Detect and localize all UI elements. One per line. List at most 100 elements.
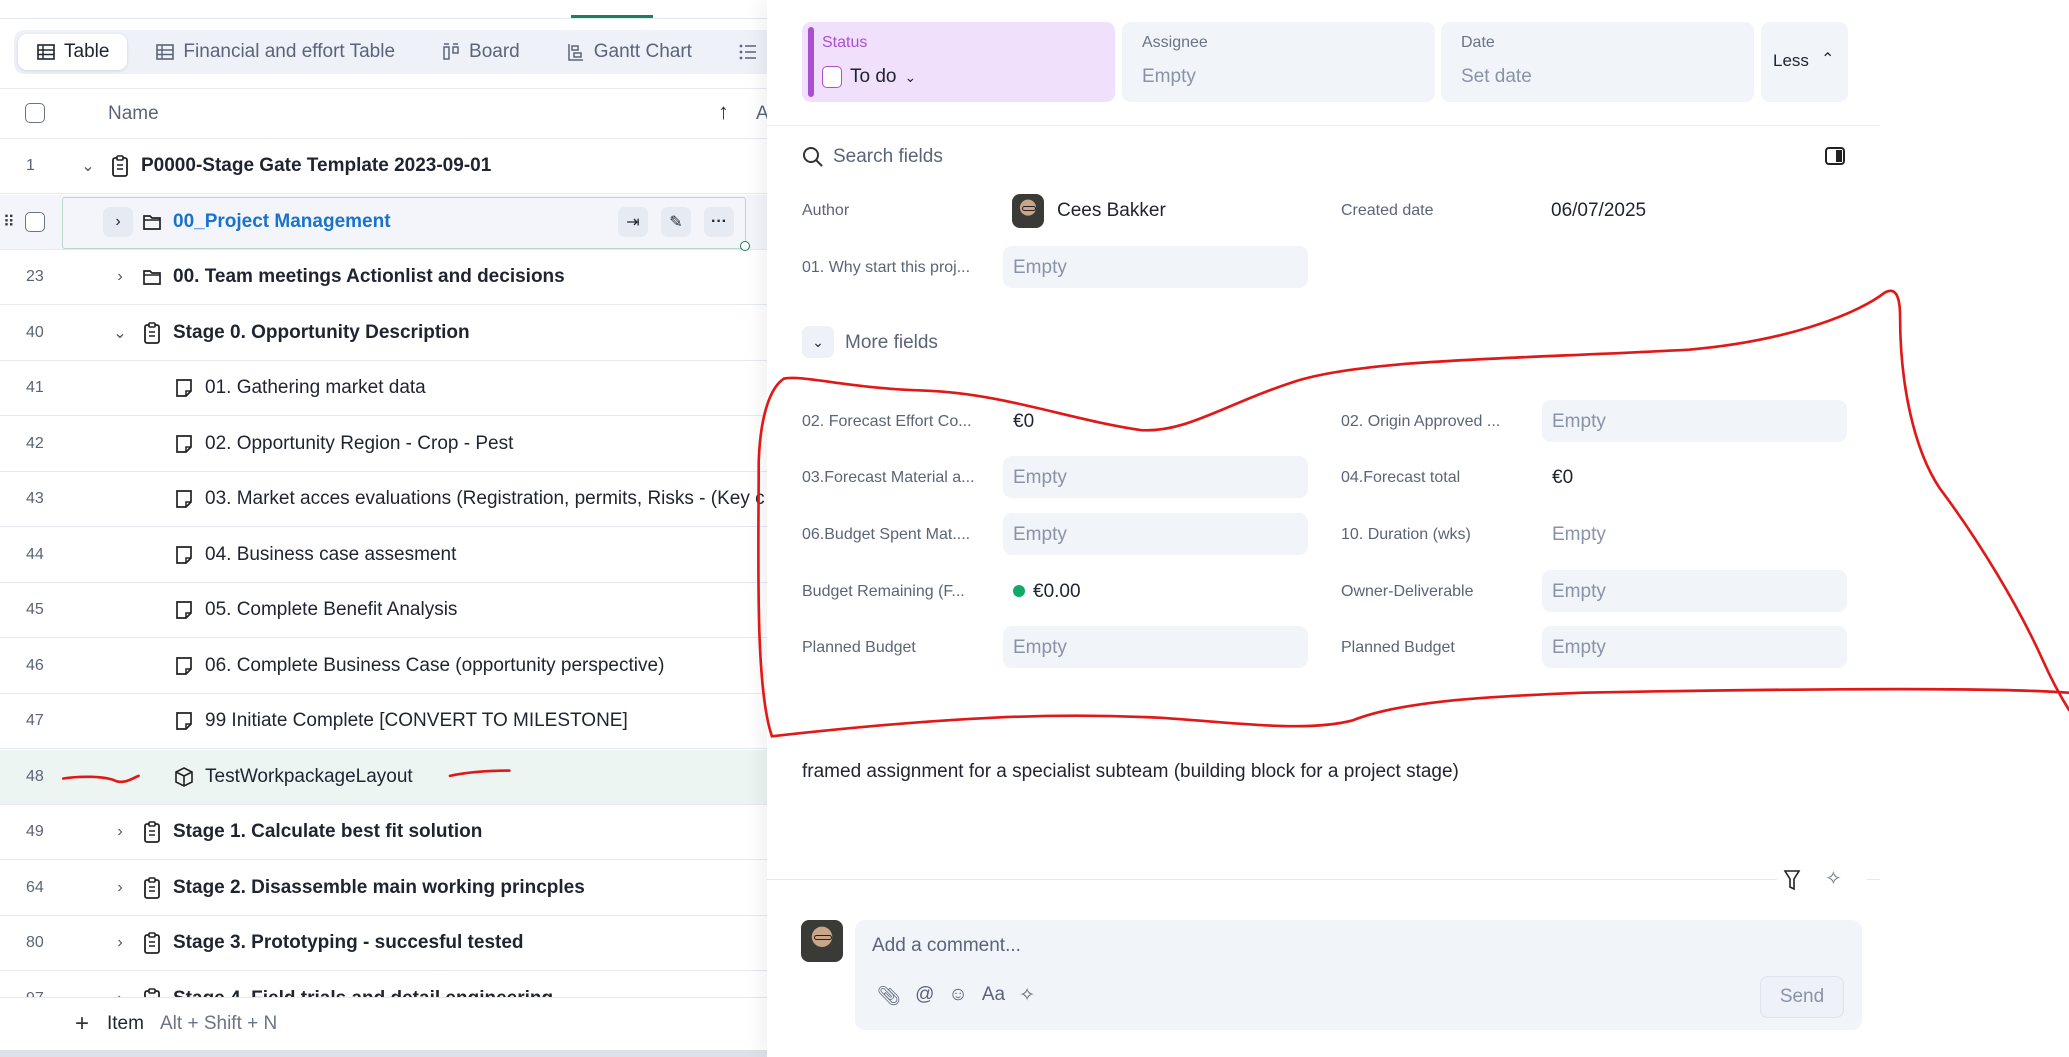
arrow-up-icon[interactable]: ↑ — [718, 99, 729, 125]
paperclip-icon[interactable]: 📎︎ — [877, 984, 901, 1008]
tab-board[interactable]: Board — [423, 34, 538, 70]
row-title[interactable]: Stage 3. Prototyping - succesful tested — [173, 932, 524, 954]
date-value: Set date — [1461, 66, 1532, 87]
tab-table[interactable]: Table — [18, 34, 128, 70]
divider — [767, 125, 1880, 126]
row-title[interactable]: 01. Gathering market data — [205, 377, 426, 399]
table-row[interactable]: 23 › 00. Team meetings Actionlist and deci… — [0, 250, 767, 305]
status-dropdown[interactable]: To do ⌄ — [822, 66, 916, 88]
text-format-icon[interactable]: Aa — [982, 984, 1005, 1008]
panel-layout-icon[interactable] — [1825, 147, 1845, 165]
field-value[interactable]: Empty — [1552, 524, 1606, 546]
table-row[interactable]: 64 › Stage 2. Disassemble main working pri… — [0, 861, 767, 916]
more-fields-toggle[interactable]: More fields — [845, 332, 938, 354]
horizontal-scrollbar[interactable] — [0, 1050, 767, 1057]
table-row[interactable]: 43 03. Market acces evaluations (Registra… — [0, 472, 767, 527]
row-title[interactable]: Stage 2. Disassemble main working princp… — [173, 877, 585, 899]
date-field[interactable]: Date Set date — [1441, 22, 1754, 102]
row-title[interactable]: 00_Project Management — [173, 211, 391, 233]
shortcut-hint: Alt + Shift + N — [160, 1013, 278, 1034]
field-input[interactable]: Empty — [1003, 626, 1308, 668]
tab-label: Board — [469, 41, 520, 62]
table-row[interactable]: 40 ⌄ Stage 0. Opportunity Description — [0, 306, 767, 361]
resize-handle[interactable] — [740, 240, 750, 251]
active-indicator — [571, 15, 653, 18]
field-input[interactable]: Empty — [1542, 626, 1847, 668]
field-label: 04.Forecast total — [1341, 469, 1461, 486]
edit-icon[interactable]: ✎ — [661, 206, 691, 237]
status-field[interactable]: Status To do ⌄ — [802, 22, 1115, 102]
table-row[interactable]: 42 02. Opportunity Region - Crop - Pest — [0, 417, 767, 472]
chevron-right-icon[interactable]: › — [109, 879, 131, 897]
emoji-icon[interactable]: ☺ — [948, 984, 967, 1008]
sparkles-icon[interactable]: ✧ — [1825, 866, 1842, 891]
gantt-icon — [566, 42, 586, 62]
field-input[interactable]: Empty — [1542, 570, 1847, 612]
sparkles-icon[interactable]: ✧ — [1019, 984, 1035, 1008]
row-title[interactable]: 04. Business case assesment — [205, 544, 456, 566]
field-value[interactable]: €0 — [1552, 467, 1573, 489]
table-row[interactable]: 47 99 Initiate Complete [CONVERT TO MILES… — [0, 694, 767, 749]
send-button[interactable]: Send — [1760, 976, 1844, 1018]
row-title[interactable]: 99 Initiate Complete [CONVERT TO MILESTO… — [205, 710, 628, 732]
chevron-down-icon[interactable]: ⌄ — [77, 156, 99, 176]
tab-list[interactable]: List — [720, 34, 767, 70]
comment-input[interactable]: Add a comment... — [872, 935, 1021, 957]
status-checkbox[interactable] — [822, 66, 842, 88]
row-title[interactable]: Stage 0. Opportunity Description — [173, 322, 470, 344]
field-input[interactable]: Empty — [1003, 456, 1308, 498]
chevron-right-icon[interactable]: › — [109, 823, 131, 841]
row-title[interactable]: 03. Market acces evaluations (Registrati… — [205, 488, 765, 510]
chevron-right-icon[interactable]: › — [109, 268, 131, 286]
chevron-right-icon[interactable]: › — [103, 206, 133, 237]
row-title[interactable]: 00. Team meetings Actionlist and decisio… — [173, 266, 565, 288]
chevron-down-icon[interactable]: ⌄ — [109, 323, 131, 343]
at-mention-icon[interactable]: @ — [915, 984, 934, 1008]
table-row[interactable]: 41 01. Gathering market data — [0, 361, 767, 416]
search-fields-input[interactable]: Search fields — [833, 146, 943, 168]
row-title[interactable]: Stage 1. Calculate best fit solution — [173, 821, 482, 843]
plus-icon[interactable]: + — [75, 1010, 89, 1038]
filter-icon[interactable] — [1783, 869, 1801, 891]
author-value[interactable]: Cees Bakker — [1057, 200, 1166, 222]
less-button[interactable]: Less ⌃ — [1761, 22, 1848, 102]
table-row[interactable]: 49 › Stage 1. Calculate best fit solution — [0, 805, 767, 860]
field-input[interactable]: Empty — [1003, 513, 1308, 555]
field-label: 03.Forecast Material a... — [802, 469, 975, 486]
row-checkbox[interactable] — [25, 211, 45, 232]
row-title[interactable]: 06. Complete Business Case (opportunity … — [205, 655, 664, 677]
chevron-down-icon[interactable]: ⌄ — [802, 326, 834, 358]
row-title[interactable]: TestWorkpackageLayout — [205, 766, 413, 788]
table-row[interactable]: 80 › Stage 3. Prototyping - succesful test… — [0, 916, 767, 971]
table-row[interactable]: 45 05. Complete Benefit Analysis — [0, 583, 767, 638]
row-title[interactable]: P0000-Stage Gate Template 2023-09-01 — [141, 155, 491, 177]
more-icon[interactable]: ··· — [704, 206, 734, 237]
open-item-icon[interactable]: ⇥ — [618, 206, 648, 237]
table-row[interactable]: 46 06. Complete Business Case (opportunit… — [0, 639, 767, 694]
tab-financial-and-effort-table[interactable]: Financial and effort Table — [137, 34, 413, 70]
tab-gantt-chart[interactable]: Gantt Chart — [548, 34, 710, 70]
table-row[interactable]: 48 TestWorkpackageLayout — [0, 749, 767, 805]
field-value[interactable]: €0 — [1013, 411, 1034, 433]
select-all-checkbox[interactable] — [25, 103, 45, 123]
table-panel: Table Financial and effort Table Board Gant… — [0, 0, 767, 1057]
add-item-bar[interactable]: + Item Alt + Shift + N — [0, 997, 767, 1050]
name-column-header[interactable]: Name — [108, 103, 159, 125]
field-label: Planned Budget — [802, 639, 916, 656]
row-title[interactable]: 05. Complete Benefit Analysis — [205, 599, 457, 621]
add-item-button[interactable]: Item — [107, 1013, 144, 1035]
assignee-field[interactable]: Assignee Empty — [1122, 22, 1435, 102]
note-icon — [174, 710, 194, 732]
description-text[interactable]: framed assignment for a specialist subte… — [802, 761, 1459, 783]
column-header[interactable]: A — [756, 103, 767, 125]
table-row[interactable]: 44 04. Business case assesment — [0, 528, 767, 583]
comment-box[interactable]: Add a comment... 📎︎ @ ☺ Aa ✧ Send — [855, 920, 1862, 1030]
chevron-right-icon[interactable]: › — [109, 934, 131, 952]
field-value[interactable]: €0.00 — [1033, 581, 1081, 603]
row-title[interactable]: 02. Opportunity Region - Crop - Pest — [205, 433, 513, 455]
drag-handle-icon[interactable]: ⠿ — [3, 212, 15, 232]
why-start-input[interactable]: Empty — [1003, 246, 1308, 288]
table-row[interactable]: ⠿ › ⇥ ✎ ··· 00_Project Management — [0, 194, 767, 251]
field-input[interactable]: Empty — [1542, 400, 1847, 442]
table-row[interactable]: 1 ⌄ P0000-Stage Gate Template 2023-09-01 — [0, 139, 767, 194]
